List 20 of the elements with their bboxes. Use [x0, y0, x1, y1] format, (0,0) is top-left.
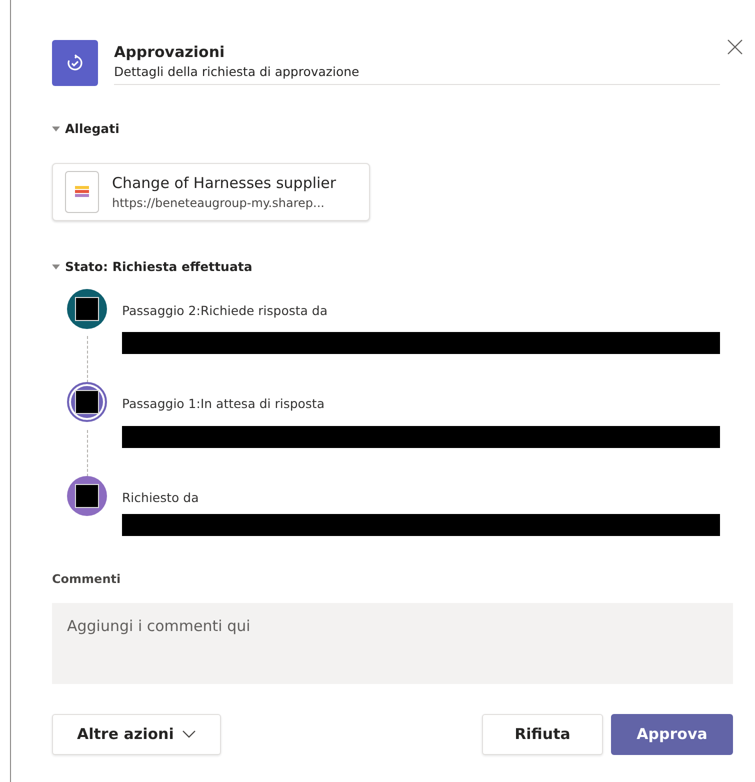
approve-button[interactable]: Approva	[611, 714, 733, 755]
more-actions-button[interactable]: Altre azioni	[52, 714, 221, 755]
comments-label: Commenti	[52, 570, 122, 588]
collapse-toggle-icon[interactable]	[52, 263, 60, 272]
approvals-icon	[52, 40, 98, 86]
step-label: Passaggio 1:In attesa di risposta	[122, 395, 326, 414]
chevron-down-icon	[182, 730, 196, 738]
attachment-card[interactable]: Change of Harnesses supplier https://beneteaugroup-my.sharep...	[52, 162, 370, 221]
comment-field[interactable]: Aggiungi i commenti qui	[52, 602, 733, 684]
section-heading: Allegati	[65, 120, 120, 138]
file-icon	[65, 170, 99, 213]
panel-title: Approvazioni	[114, 42, 226, 63]
reject-button[interactable]: Rifiuta	[482, 714, 603, 755]
section-heading: Stato: Richiesta effettuata	[65, 258, 252, 276]
panel-subtitle: Dettagli della richiesta di approvazione	[114, 63, 360, 82]
collapse-toggle-icon[interactable]	[52, 125, 60, 134]
file-link: https://beneteaugroup-my.sharep...	[112, 195, 326, 212]
step-label: Passaggio 2:Richiede risposta da	[122, 302, 329, 320]
file-name: Change of Harnesses supplier	[112, 172, 336, 194]
step-label: Richiesto da	[122, 489, 200, 507]
